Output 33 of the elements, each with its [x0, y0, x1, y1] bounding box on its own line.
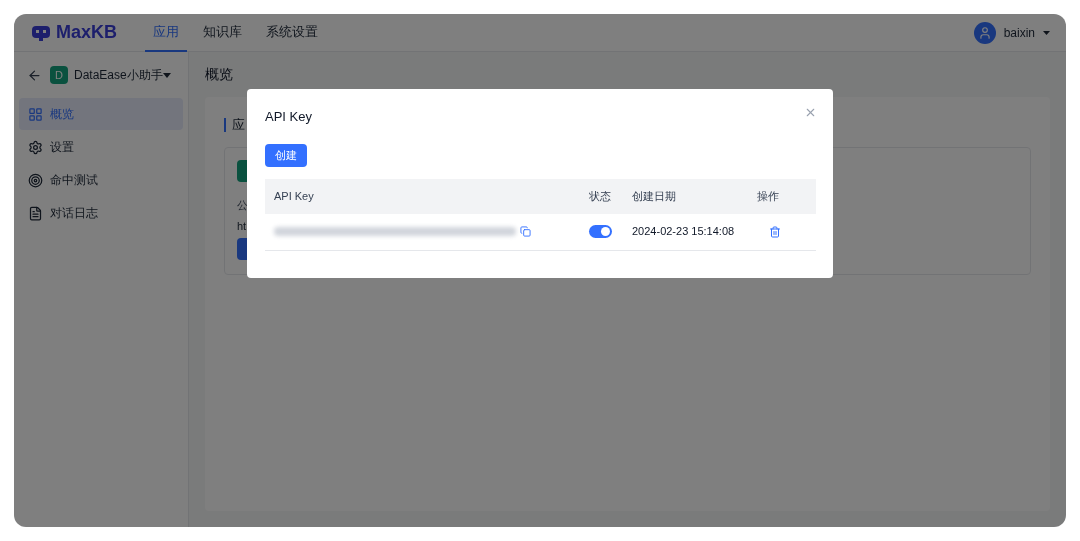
- section-heading: 应: [232, 116, 245, 134]
- create-button[interactable]: 创建: [265, 143, 307, 167]
- nav-tab[interactable]: 系统设置: [258, 14, 326, 52]
- app-name[interactable]: DataEase小助手: [74, 66, 163, 84]
- robot-logo-icon: [30, 23, 52, 42]
- table-cell-text: 2024-02-23 15:14:08: [632, 224, 736, 240]
- user-name[interactable]: baixin: [1003, 23, 1035, 42]
- column-header: 操作: [757, 188, 780, 204]
- back-icon[interactable]: [27, 67, 42, 83]
- nav-tab[interactable]: 知识库: [195, 14, 250, 52]
- column-header: API Key: [273, 188, 315, 204]
- sidebar-item[interactable]: 命中测试: [19, 164, 183, 196]
- logo-text: MaxKB: [56, 21, 117, 44]
- column-header: 创建日期: [632, 188, 677, 204]
- caret-icon[interactable]: [163, 72, 171, 78]
- page-title: 概览: [205, 65, 234, 84]
- app-avatar: D: [50, 66, 68, 84]
- caret-icon[interactable]: [1043, 30, 1050, 35]
- column-header: 状态: [589, 188, 612, 204]
- gear-icon: [28, 139, 43, 155]
- card-text: 公: [237, 198, 248, 211]
- dialog-title: API Key: [265, 108, 312, 126]
- avatar-icon[interactable]: [973, 21, 996, 44]
- target-icon: [28, 172, 43, 188]
- sidebar-item[interactable]: 设置: [19, 131, 183, 163]
- sidebar-item[interactable]: 概览: [19, 98, 183, 130]
- document-icon: [28, 205, 43, 221]
- sidebar-item[interactable]: 对话日志: [19, 197, 183, 229]
- delete-icon[interactable]: [769, 225, 781, 238]
- card-text: ht: [237, 219, 247, 232]
- status-toggle[interactable]: [589, 225, 612, 238]
- grid-icon: [28, 106, 43, 122]
- copy-icon[interactable]: [520, 226, 531, 237]
